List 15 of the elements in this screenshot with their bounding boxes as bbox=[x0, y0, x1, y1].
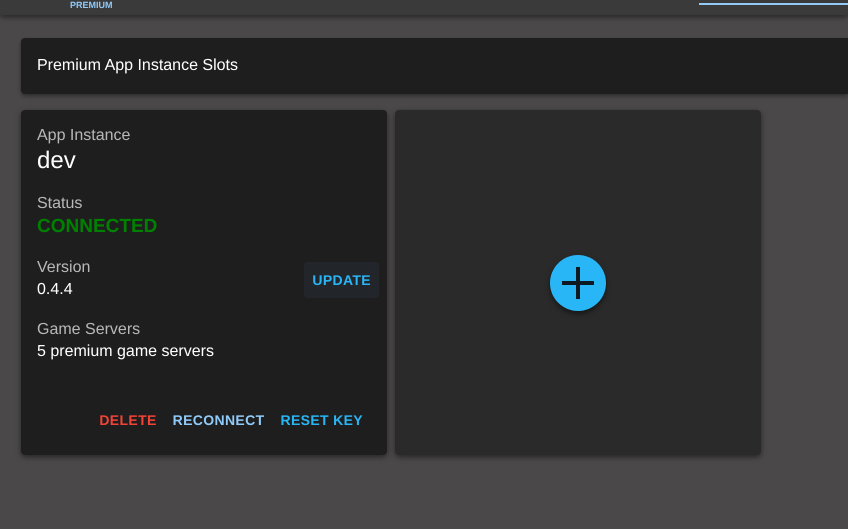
action-button[interactable]: DELETE bbox=[99, 410, 157, 431]
update-button[interactable]: UPDATE bbox=[304, 262, 379, 298]
field-value: 0.4.4 bbox=[37, 280, 74, 300]
field-label: App Instance bbox=[37, 126, 130, 146]
field-label: Version bbox=[37, 258, 90, 278]
brand-subtitle: PREMIUM bbox=[70, 0, 112, 10]
field-label: Game Servers bbox=[37, 320, 142, 340]
action-button[interactable]: RECONNECT bbox=[172, 410, 264, 431]
field-value: 5 premium game servers bbox=[37, 342, 214, 362]
status-value: CONNECTED bbox=[37, 215, 158, 239]
field-label: Status bbox=[37, 194, 84, 214]
action-button[interactable]: RESET KEY bbox=[280, 410, 363, 431]
section-title: Premium App Instance Slots bbox=[37, 56, 238, 76]
instance-name: dev bbox=[37, 146, 77, 176]
plus-icon bbox=[561, 266, 595, 300]
